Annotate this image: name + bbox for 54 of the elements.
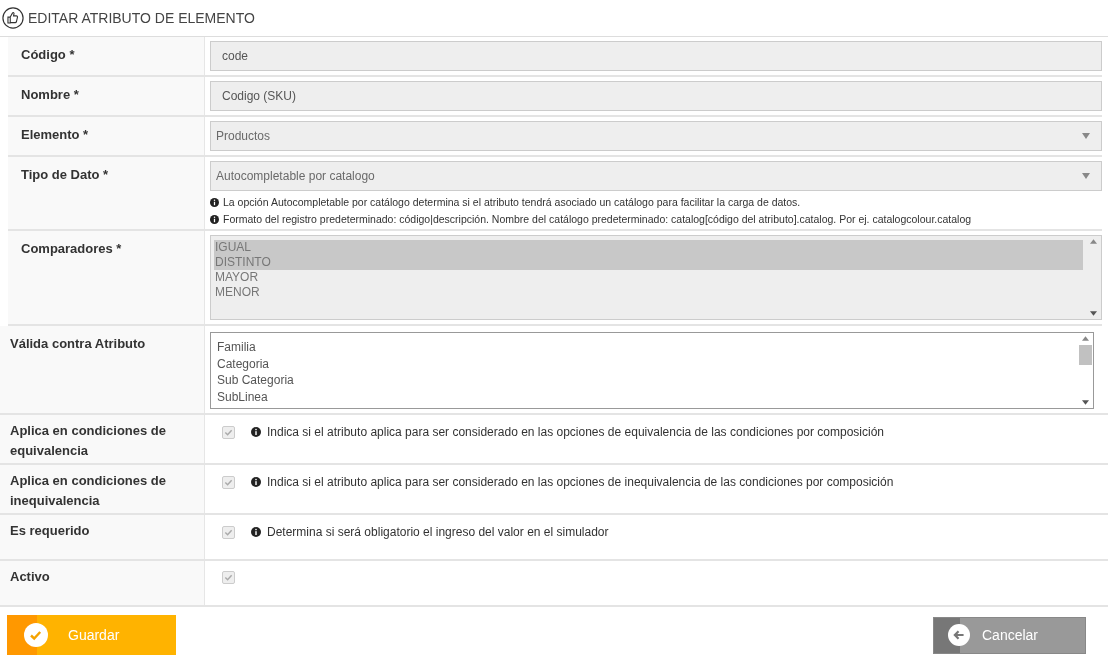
list-option[interactable]: Familia xyxy=(216,339,1073,356)
cancel-button[interactable]: Cancelar xyxy=(933,616,1086,654)
list-box[interactable]: IGUAL DISTINTO MAYOR MENOR xyxy=(210,235,1102,320)
info-icon xyxy=(251,527,261,537)
scrollbar[interactable] xyxy=(1078,333,1093,408)
field-label: Elemento * xyxy=(21,127,89,142)
checkbox[interactable] xyxy=(222,425,235,439)
info-icon xyxy=(251,427,261,437)
field-label: Activo xyxy=(10,569,50,584)
info-icon xyxy=(251,477,261,487)
caret-icon xyxy=(1082,173,1090,179)
text-input[interactable]: code xyxy=(210,41,1102,71)
scroll-thumb[interactable] xyxy=(1079,345,1092,365)
field-label: Comparadores * xyxy=(21,241,122,256)
caret-icon xyxy=(1082,133,1090,139)
field-label: Código * xyxy=(21,47,75,62)
field-label: Aplica en condiciones de equivalencia xyxy=(10,423,167,458)
scroll-down-icon[interactable] xyxy=(1082,400,1089,405)
list-box[interactable]: Familia Categoria Sub Categoria SubLinea xyxy=(210,332,1094,409)
text-input[interactable]: Codigo (SKU) xyxy=(210,81,1102,111)
help-text: Formato del registro predeterminado: código|descripción. Nombre del catálogo predeterminado: catalog[código del atributo].catalog. Por ej. catalogcolour.catalog xyxy=(223,213,972,225)
help-text: Determina si será obligatorio el ingreso del valor en el simulador xyxy=(267,525,609,539)
field-label: Tipo de Dato * xyxy=(21,167,109,182)
checkbox[interactable] xyxy=(222,525,235,539)
help-text: Indica si el atributo aplica para ser considerado en las opciones de inequivalencia de las condiciones por composición xyxy=(267,475,894,489)
list-option[interactable]: Sub Categoria xyxy=(216,372,1073,389)
checkmark-icon xyxy=(224,527,233,537)
checkbox[interactable] xyxy=(222,571,235,584)
scroll-down-icon[interactable] xyxy=(1090,311,1097,316)
list-option[interactable]: MAYOR xyxy=(214,270,1083,285)
thumbs-up-icon xyxy=(2,7,24,29)
list-option[interactable]: Categoria xyxy=(216,355,1073,372)
info-icon xyxy=(210,197,219,207)
field-label: Nombre * xyxy=(21,87,79,102)
info-icon xyxy=(210,214,219,224)
field-label: Válida contra Atributo xyxy=(10,336,146,351)
checkbox[interactable] xyxy=(222,475,235,489)
check-icon xyxy=(24,623,48,647)
select-dropdown[interactable]: Autocompletable por catalogo xyxy=(210,161,1102,191)
field-label: Es requerido xyxy=(10,523,90,538)
list-option[interactable]: MENOR xyxy=(214,285,1083,300)
help-text: La opción Autocompletable por catálogo determina si el atributo tendrá asociado un catálogo para facilitar la carga de datos. xyxy=(223,196,801,208)
scroll-up-icon[interactable] xyxy=(1082,336,1089,341)
select-dropdown[interactable]: Productos xyxy=(210,121,1102,151)
list-option[interactable]: DISTINTO xyxy=(214,255,1083,270)
help-text: Indica si el atributo aplica para ser considerado en las opciones de equivalencia de las condiciones por composición xyxy=(267,425,885,439)
list-option[interactable]: SubLinea xyxy=(216,388,1073,405)
checkmark-icon xyxy=(224,573,233,582)
scroll-up-icon[interactable] xyxy=(1090,239,1097,244)
checkmark-icon xyxy=(224,427,233,437)
checkmark-icon xyxy=(224,477,233,487)
field-label: Aplica en condiciones de inequivalencia xyxy=(10,473,167,508)
page-title: EDITAR ATRIBUTO DE ELEMENTO xyxy=(28,10,255,26)
list-option[interactable]: IGUAL xyxy=(214,240,1083,255)
